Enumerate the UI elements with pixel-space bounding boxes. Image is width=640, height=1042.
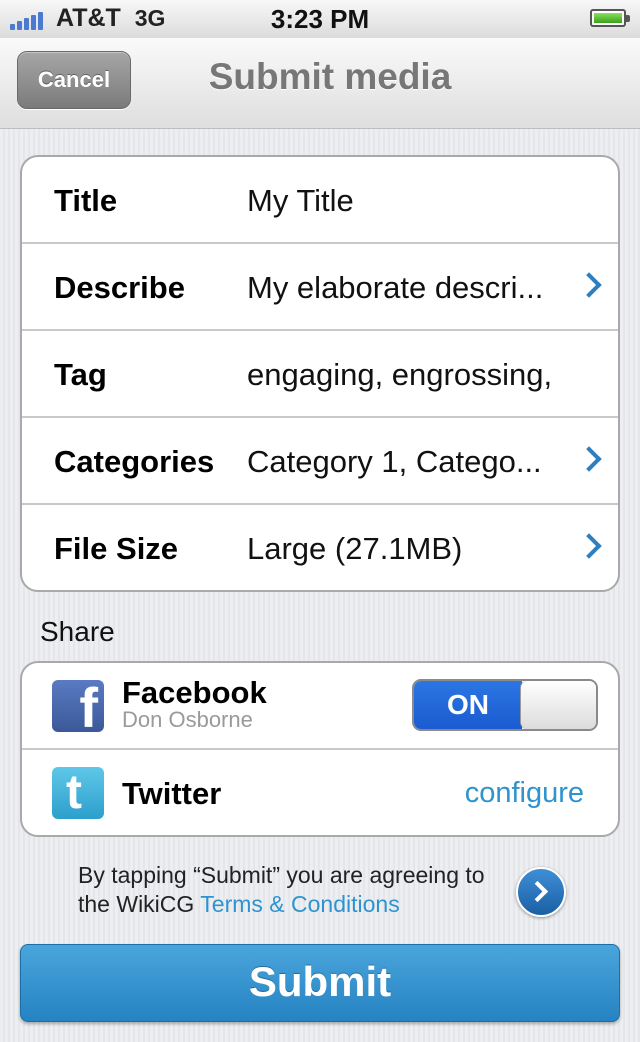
twitter-icon: t	[52, 766, 104, 819]
facebook-icon: f	[52, 680, 104, 732]
categories-row[interactable]: Categories Category 1, Catego...	[22, 418, 618, 505]
facebook-account: Don Osborne	[122, 707, 253, 732]
chevron-right-icon	[576, 272, 602, 298]
chevron-right-icon	[526, 880, 549, 903]
description-value: My elaborate descri...	[247, 270, 544, 305]
twitter-configure-link[interactable]: configure	[465, 750, 584, 835]
row-label: Tag	[54, 357, 107, 392]
submit-button[interactable]: Submit	[20, 944, 620, 1022]
title-row[interactable]: Title My Title	[22, 157, 618, 244]
page-title: Submit media	[208, 56, 452, 97]
chevron-right-icon	[576, 533, 602, 559]
tag-row[interactable]: Tag engaging, engrossing,	[22, 331, 618, 418]
row-label: Categories	[54, 444, 215, 479]
facebook-label: Facebook	[122, 675, 267, 710]
status-time: 3:23 PM	[270, 4, 370, 34]
title-field[interactable]: My Title	[247, 157, 577, 244]
row-label: Describe	[54, 270, 185, 305]
status-bar: AT&T 3G 3:23 PM	[0, 0, 640, 39]
describe-row[interactable]: Describe My elaborate descri...	[22, 244, 618, 331]
terms-notice: By tapping “Submit” you are agreeing to …	[78, 861, 498, 919]
cancel-button[interactable]: Cancel	[17, 51, 131, 109]
chevron-right-icon	[576, 446, 602, 472]
row-label: File Size	[54, 531, 179, 566]
battery-full-icon	[590, 9, 630, 27]
file-size-row[interactable]: File Size Large (27.1MB)	[22, 505, 618, 590]
media-details-form: Title My Title Describe My elaborate des…	[20, 155, 620, 592]
row-label: Title	[54, 183, 118, 218]
categories-value: Category 1, Catego...	[247, 444, 542, 479]
facebook-row: f Facebook Don Osborne ON	[22, 663, 618, 750]
facebook-toggle[interactable]: ON	[412, 679, 598, 731]
share-heading: Share	[40, 616, 115, 647]
share-options: f Facebook Don Osborne ON t Twitter conf…	[20, 661, 620, 837]
twitter-row: t Twitter configure	[22, 750, 618, 835]
toggle-knob[interactable]	[520, 681, 596, 729]
toggle-on-label: ON	[414, 681, 522, 729]
navigation-bar: Cancel Submit media	[0, 38, 640, 129]
twitter-label: Twitter	[122, 776, 222, 811]
terms-disclosure-button[interactable]	[516, 867, 566, 917]
file-size-value: Large (27.1MB)	[247, 531, 463, 566]
tag-field[interactable]: engaging, engrossing,	[247, 331, 577, 418]
terms-link[interactable]: Terms & Conditions	[200, 891, 399, 917]
